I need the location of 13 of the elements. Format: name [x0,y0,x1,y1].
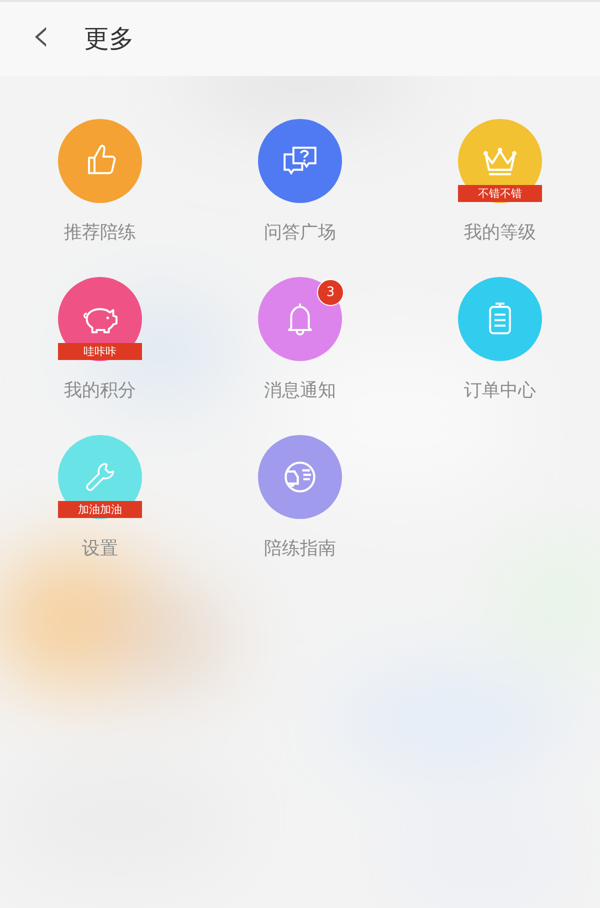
menu-label: 陪练指南 [264,537,336,561]
back-button[interactable]: ‹ [26,11,56,65]
label-ribbon: 加油加油 [58,501,142,518]
page-title: 更多 [84,22,134,54]
menu-label: 设置 [82,537,118,561]
menu-label: 订单中心 [464,379,536,403]
label-ribbon: 不错不错 [458,185,542,202]
label-ribbon: 哇咔咔 [58,343,142,360]
menu-label: 我的积分 [64,379,136,403]
menu-label: 推荐陪练 [64,221,136,245]
menu-label: 问答广场 [264,221,336,245]
menu-label: 消息通知 [264,379,336,403]
menu-label: 我的等级 [464,221,536,245]
